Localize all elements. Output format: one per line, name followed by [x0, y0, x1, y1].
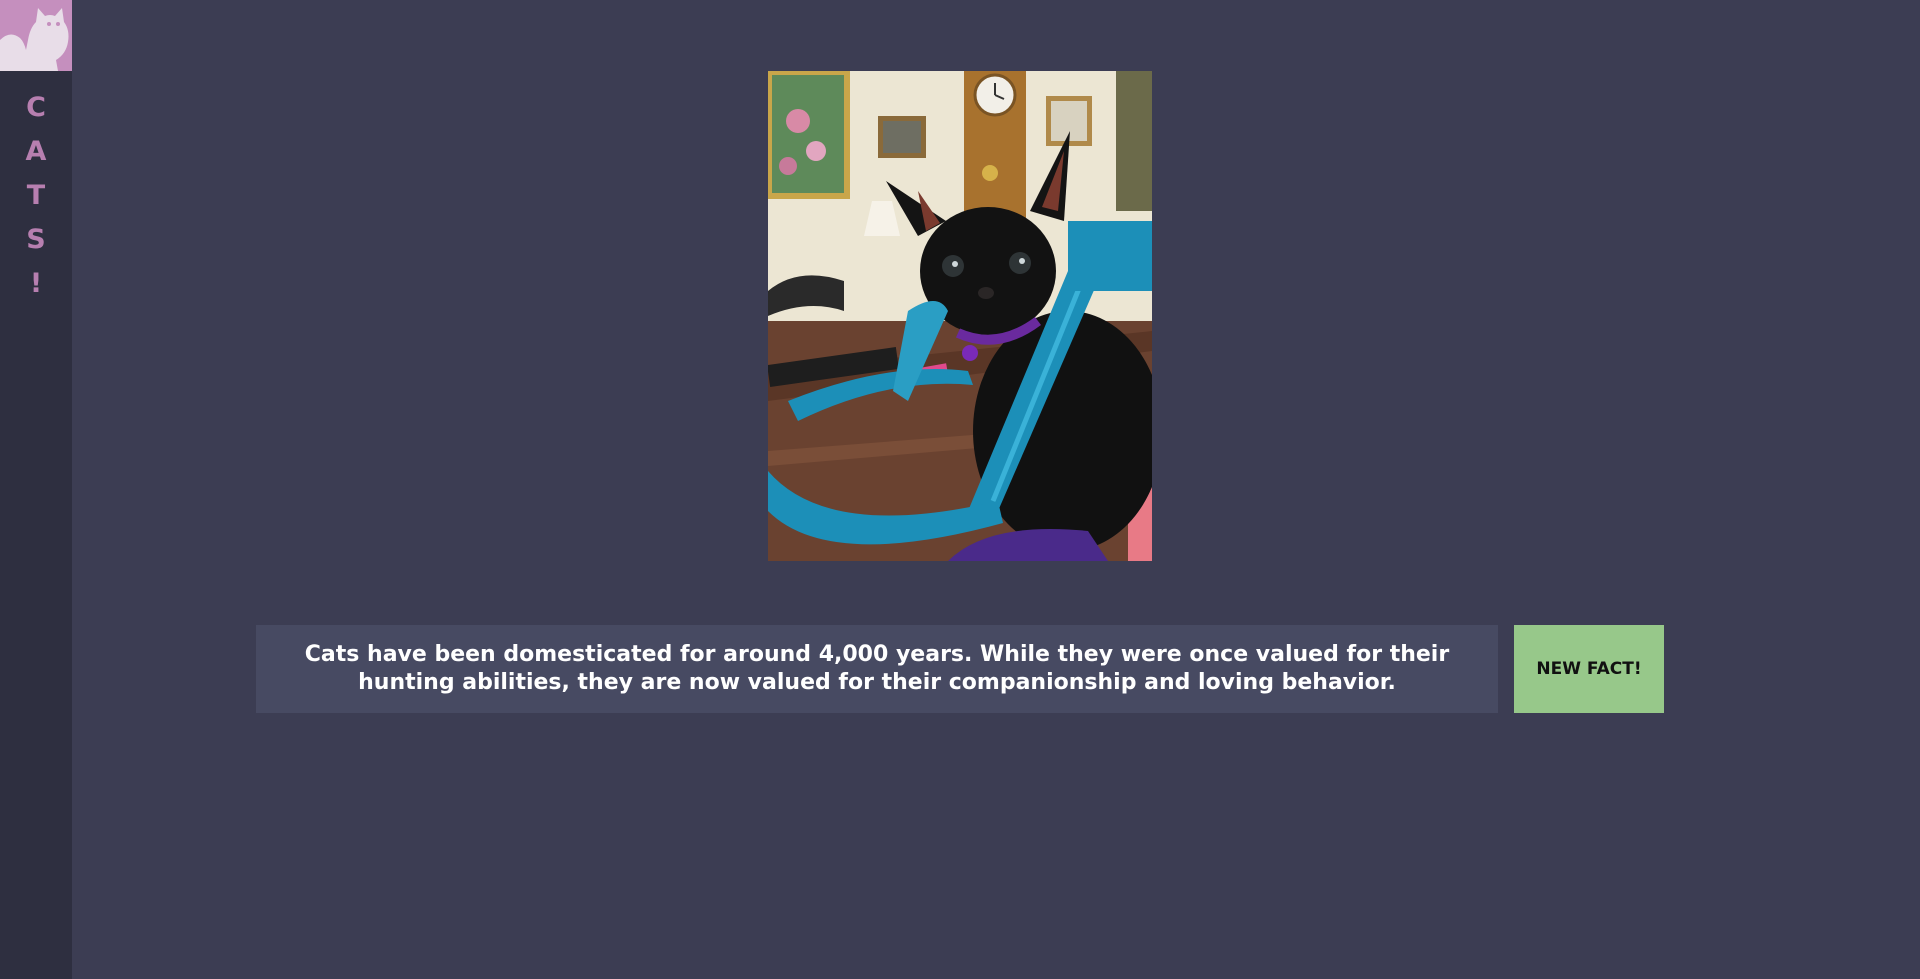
fact-box: Cats have been domesticated for around 4…	[256, 625, 1498, 713]
new-fact-button[interactable]: NEW FACT!	[1514, 625, 1664, 713]
brand-letter: C	[26, 92, 46, 123]
cat-photo	[768, 71, 1152, 561]
brand-title: C A T S !	[0, 86, 72, 306]
fact-text: Cats have been domesticated for around 4…	[304, 642, 1450, 695]
new-fact-label: NEW FACT!	[1536, 659, 1642, 679]
brand-letter: A	[25, 136, 47, 167]
cat-logo-icon[interactable]	[0, 0, 72, 71]
brand-letter: !	[29, 268, 43, 299]
brand-letter: S	[26, 224, 46, 255]
brand-letter: T	[26, 180, 46, 211]
sidebar: C A T S !	[0, 0, 72, 979]
